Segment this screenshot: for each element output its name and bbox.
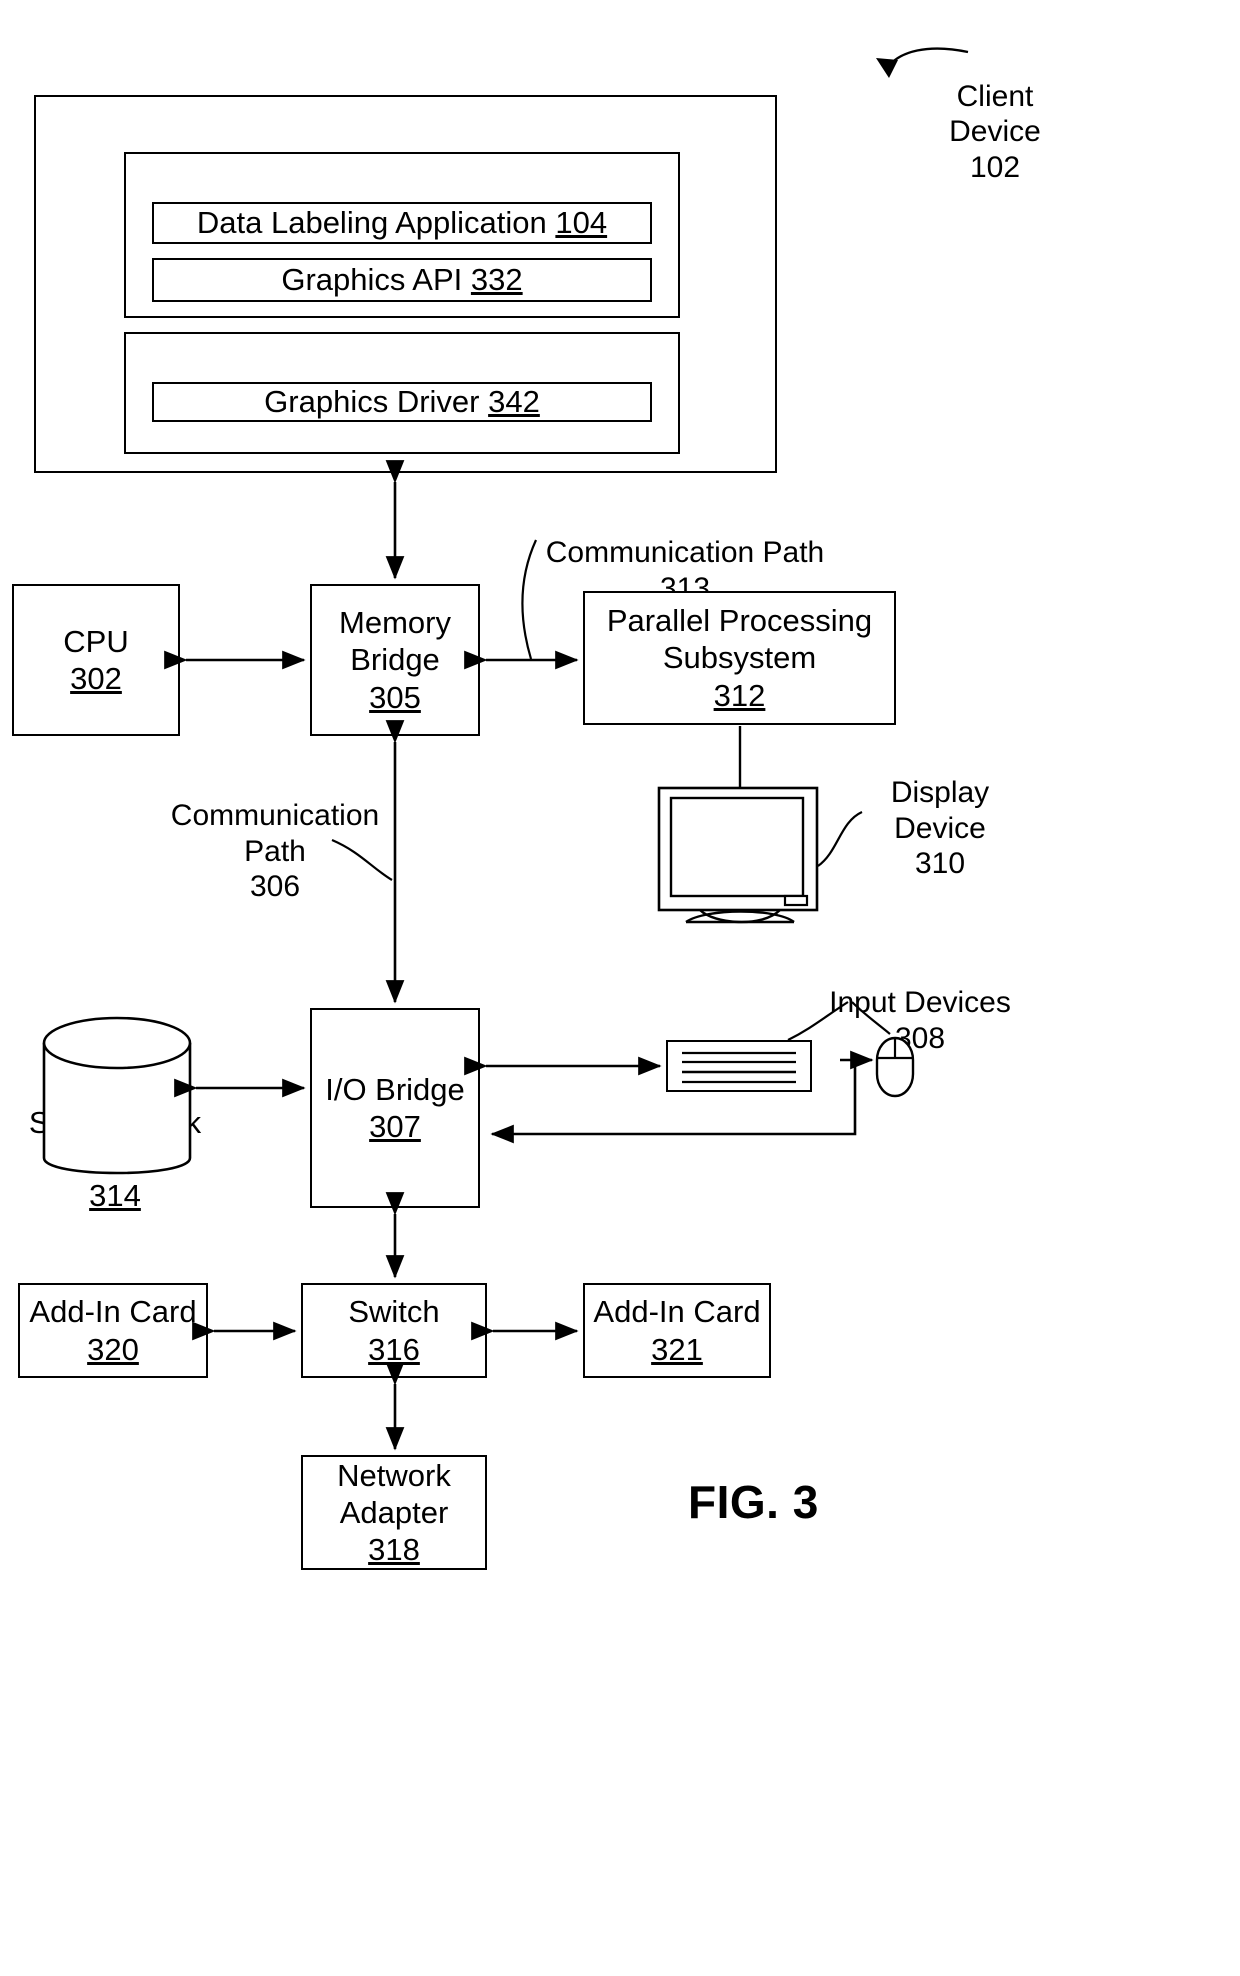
switch-label: Switch <box>348 1294 440 1330</box>
callout-display-device-text: Display Device 310 <box>890 776 990 881</box>
data-labeling-application-box: Data Labeling Application 104 <box>152 202 652 244</box>
add-in-card-320-box: Add-In Card 320 <box>18 1283 208 1378</box>
system-disk-ref: 314 <box>89 1177 141 1213</box>
graphics-driver-box: Graphics Driver 342 <box>152 382 652 422</box>
system-disk-label: System Disk <box>28 1104 202 1140</box>
cpu-label: CPU <box>63 623 129 659</box>
callout-input-devices-text: Input Devices 308 <box>829 986 1011 1055</box>
io-bridge-label: I/O Bridge <box>325 1071 465 1107</box>
parallel-processing-subsystem-box: Parallel Processing Subsystem 312 <box>583 591 896 725</box>
add-in-card-321-label: Add-In Card <box>593 1294 761 1330</box>
graphics-api-ref: 332 <box>470 262 523 298</box>
patent-figure-page: Client Device Client Device 102 System M… <box>0 0 1240 1976</box>
data-labeling-application-label: Data Labeling Application <box>196 205 547 241</box>
switch-box: Switch 316 <box>301 1283 487 1378</box>
callout-client-device-text: Client Device 102 <box>949 79 1041 184</box>
add-in-card-321-ref: 321 <box>651 1331 703 1367</box>
network-adapter-label-line1: Network <box>337 1457 451 1493</box>
pps-label-line1: Parallel Processing <box>606 603 873 639</box>
network-adapter-label-line2: Adapter <box>339 1494 449 1530</box>
callout-input-devices: Input Devices 308 <box>800 950 1040 1056</box>
network-adapter-ref: 318 <box>368 1532 420 1568</box>
keyboard-icon <box>666 1040 812 1092</box>
data-labeling-application-ref: 104 <box>555 205 608 241</box>
add-in-card-320-label: Add-In Card <box>29 1294 197 1330</box>
memory-bridge-ref: 305 <box>369 679 421 715</box>
cpu-box: CPU 302 <box>12 584 180 736</box>
system-disk-label-group: System Disk 314 <box>24 1068 206 1214</box>
memory-bridge-box: Memory Bridge 305 <box>310 584 480 736</box>
graphics-api-box: Graphics API 332 <box>152 258 652 302</box>
figure-caption: FIG. 3 <box>688 1476 819 1528</box>
graphics-driver-label: Graphics Driver <box>264 384 480 420</box>
network-adapter-box: Network Adapter 318 <box>301 1455 487 1570</box>
callout-communication-path-306: Communication Path 306 <box>140 763 410 905</box>
callout-communication-path-306-text: Communication Path 306 <box>170 799 380 904</box>
graphics-api-label: Graphics API <box>281 262 463 298</box>
monitor-icon <box>657 786 819 924</box>
add-in-card-321-box: Add-In Card 321 <box>583 1283 771 1378</box>
switch-ref: 316 <box>368 1331 420 1367</box>
io-bridge-box: I/O Bridge 307 <box>310 1008 480 1208</box>
callout-display-device: Display Device 310 <box>845 740 1035 882</box>
pps-label-line2: Subsystem <box>662 640 817 676</box>
add-in-card-320-ref: 320 <box>87 1331 139 1367</box>
memory-bridge-label-line2: Bridge <box>350 642 440 678</box>
memory-bridge-label-line1: Memory <box>339 605 451 641</box>
callout-client-device: Client Device Client Device 102 <box>905 8 1085 185</box>
pps-ref: 312 <box>713 677 766 713</box>
graphics-driver-ref: 342 <box>488 384 540 420</box>
io-bridge-ref: 307 <box>369 1109 421 1144</box>
cpu-ref: 302 <box>70 661 122 696</box>
